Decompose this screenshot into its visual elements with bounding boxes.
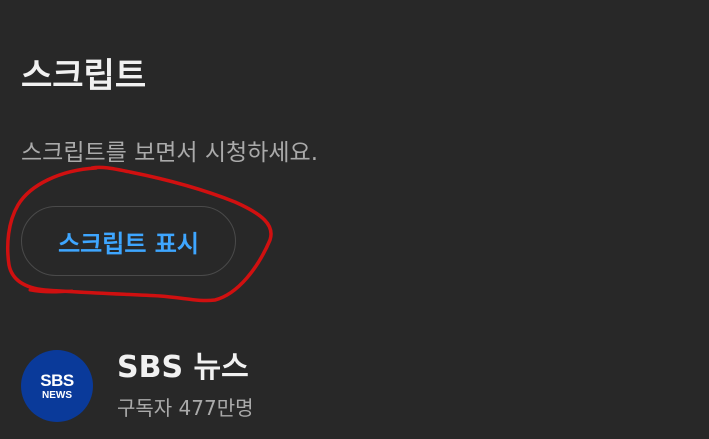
avatar-logo-top: SBS	[40, 370, 74, 390]
show-transcript-button[interactable]: 스크립트 표시	[21, 206, 236, 276]
channel-info: SBS 뉴스 구독자 477만명	[117, 348, 254, 424]
channel-row[interactable]: SBS NEWS SBS 뉴스 구독자 477만명	[21, 348, 254, 424]
subscriber-count: 구독자 477만명	[117, 396, 254, 420]
section-description: 스크립트를 보면서 시청하세요.	[21, 140, 319, 166]
channel-avatar[interactable]: SBS NEWS	[21, 350, 93, 422]
avatar-logo-bottom: NEWS	[42, 389, 72, 401]
channel-name[interactable]: SBS 뉴스	[117, 348, 254, 388]
section-title: 스크립트	[21, 56, 147, 96]
